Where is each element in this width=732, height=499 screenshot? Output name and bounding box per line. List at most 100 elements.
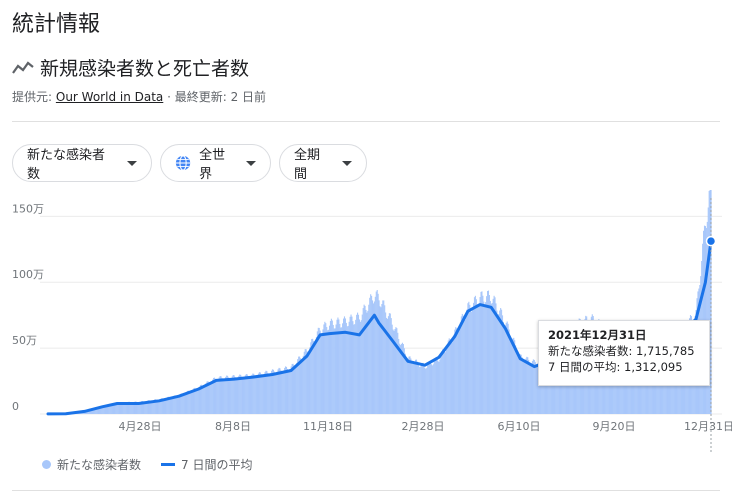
bar [474, 295, 476, 414]
bar [245, 374, 247, 414]
bar [239, 374, 241, 414]
y-tick-label: 0 [12, 400, 19, 413]
trending-line-icon [12, 60, 34, 74]
bar [456, 328, 458, 414]
bar [257, 373, 260, 414]
bar [281, 372, 283, 414]
bar [439, 359, 441, 414]
bar [382, 300, 384, 414]
bar [216, 380, 218, 414]
bar [442, 349, 444, 414]
bar [387, 316, 389, 414]
bar [415, 359, 418, 414]
bar [190, 392, 192, 414]
bar [288, 370, 290, 414]
bar [416, 361, 418, 414]
bar [244, 375, 246, 414]
bar [295, 365, 297, 414]
bar [526, 356, 528, 414]
metric-dropdown[interactable]: 新たな感染者数 [12, 144, 152, 182]
tooltip-cases-value: 1,715,785 [636, 344, 695, 358]
bar [279, 368, 281, 414]
bar [184, 394, 186, 414]
bar [435, 357, 437, 414]
bar [196, 389, 198, 414]
region-dropdown[interactable]: 全世界 [160, 144, 271, 182]
bar [227, 375, 229, 414]
page-title: 統計情報 [12, 12, 101, 37]
bar [198, 386, 201, 414]
bar [238, 375, 240, 414]
bar [253, 373, 255, 414]
bar [188, 391, 190, 414]
bar [157, 400, 159, 414]
bar [170, 397, 172, 414]
bar [263, 374, 265, 414]
bar [362, 308, 364, 414]
bar [217, 379, 219, 414]
bar [483, 301, 485, 414]
bar [332, 324, 334, 414]
bar [523, 362, 525, 414]
bar [208, 382, 210, 414]
bar [504, 325, 506, 414]
bar [425, 368, 427, 414]
bar [495, 303, 497, 414]
bar [498, 314, 500, 414]
bar [395, 327, 397, 414]
bar [259, 372, 261, 414]
bar [237, 377, 239, 414]
bar [163, 399, 165, 414]
bar [446, 345, 448, 414]
tooltip-date: 2021年12月31日 [548, 328, 647, 342]
bar [530, 364, 532, 414]
bar [223, 380, 225, 414]
bar [437, 360, 439, 414]
bar [293, 365, 295, 414]
subtitle-row: 新規感染者数と死亡者数 [12, 54, 249, 81]
bar [427, 364, 429, 414]
bar [267, 372, 269, 414]
bar [261, 375, 263, 414]
bar [418, 366, 420, 414]
metric-dropdown-label: 新たな感染者数 [27, 148, 106, 182]
bar [314, 342, 316, 414]
bar [328, 329, 330, 414]
bar [531, 361, 533, 414]
bar [521, 357, 523, 414]
source-link[interactable]: Our World in Data [56, 90, 163, 104]
bar [502, 321, 505, 414]
bar [440, 355, 442, 414]
bar [517, 355, 519, 414]
bar [445, 349, 447, 414]
bar [191, 391, 193, 414]
bar [254, 375, 256, 414]
caret-down-icon [342, 160, 352, 166]
bar [316, 331, 318, 414]
bar [227, 377, 230, 414]
bar [375, 291, 377, 414]
bar [384, 305, 386, 414]
bar [492, 298, 494, 414]
bar [266, 371, 268, 414]
bar [417, 364, 419, 414]
bar [182, 393, 184, 414]
bar [335, 324, 337, 414]
bar [205, 383, 207, 414]
bar [289, 368, 291, 414]
bar [451, 342, 453, 414]
bar [469, 304, 471, 414]
period-dropdown[interactable]: 全期間 [279, 144, 367, 182]
bar [383, 300, 385, 414]
bar [177, 396, 179, 414]
bar [390, 318, 392, 414]
bar [429, 362, 432, 414]
bar [422, 362, 424, 414]
legend-line-label: 7 日間の平均 [181, 458, 253, 472]
bar [449, 339, 451, 414]
bar [296, 362, 298, 414]
bar [431, 365, 433, 414]
chart-subtitle: 新規感染者数と死亡者数 [40, 58, 250, 80]
bar [241, 376, 243, 414]
bar [372, 303, 375, 414]
